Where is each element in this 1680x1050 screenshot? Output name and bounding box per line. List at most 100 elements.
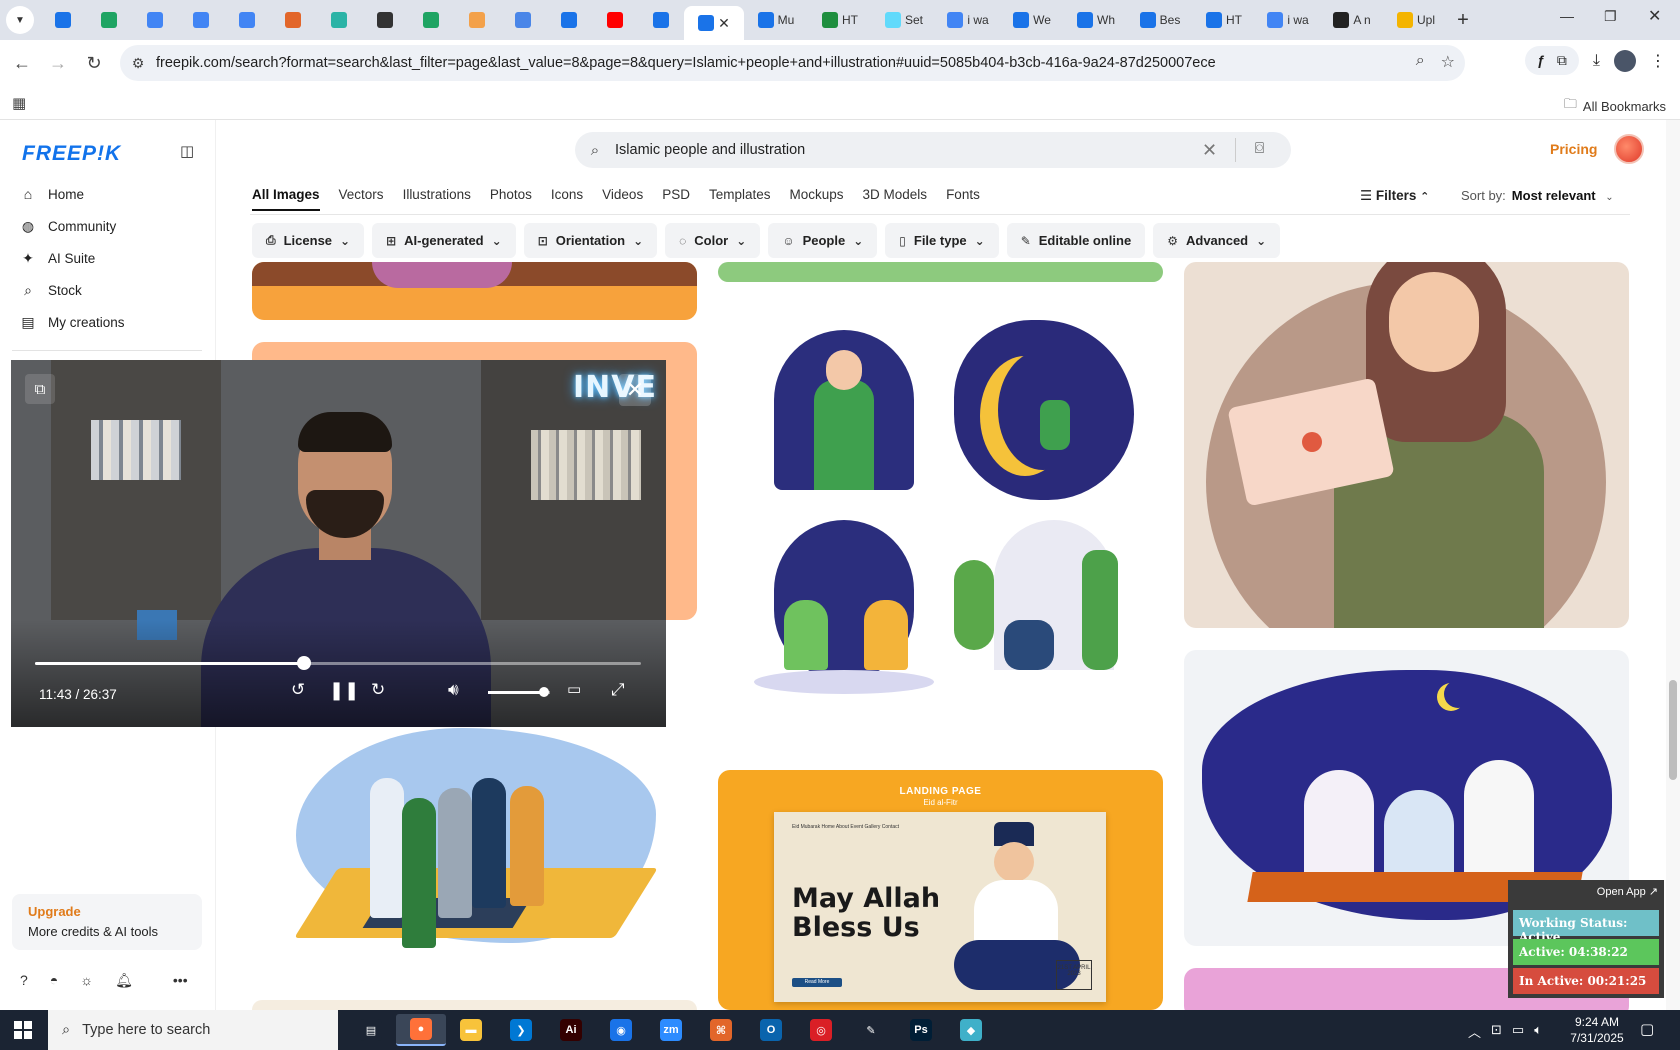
zoom-icon[interactable]: ⌕ [1416,52,1425,72]
sidebar-item-ai-suite[interactable]: ✦ AI Suite [20,242,200,274]
browser-tab[interactable]: i wa [1256,5,1320,35]
browser-tab[interactable]: i wa [936,5,1000,35]
filter-editable-online[interactable]: ✎ Editable online [1006,223,1146,258]
browser-tab[interactable]: Bes [1128,5,1192,35]
taskbar-app[interactable]: Ai [546,1014,596,1046]
result-image-card[interactable]: LANDING PAGE Eid al-Fitr Eid Mubarak Hom… [718,770,1163,1010]
browser-tab[interactable]: Upl [1384,5,1448,35]
browser-tab[interactable] [86,5,132,35]
tab-psd[interactable]: PSD [662,187,690,211]
browser-tab[interactable] [408,5,454,35]
taskbar-app[interactable]: ▬ [446,1014,496,1046]
apps-grid-icon[interactable]: ▦ [12,94,26,112]
result-image-card[interactable] [718,300,1163,740]
captions-icon[interactable]: ▭ [567,680,581,698]
new-tab-button[interactable]: + [1448,9,1478,32]
taskbar-app[interactable]: O [746,1014,796,1046]
browser-tab[interactable] [178,5,224,35]
tab-all-images[interactable]: All Images [252,187,320,211]
taskbar-app[interactable]: ◉ [596,1014,646,1046]
freepik-logo[interactable]: FREEP!K [22,142,121,166]
tab-3d-models[interactable]: 3D Models [863,187,928,211]
user-avatar[interactable] [1614,134,1644,164]
taskbar-clock[interactable]: 9:24 AM 7/31/2025 [1568,1014,1626,1046]
browser-tab[interactable] [40,5,86,35]
page-scrollbar[interactable] [1666,120,1680,1010]
restore-icon[interactable]: ❐ [1604,8,1617,25]
tab-search-button[interactable]: ▼ [6,6,34,34]
filter-ai-generated[interactable]: ⊞ AI-generated ⌄ [372,223,516,258]
browser-tab[interactable] [316,5,362,35]
star-icon[interactable]: ☆ [1441,52,1455,72]
bell-icon[interactable]: 🔔︎ [115,972,133,989]
reload-icon[interactable]: ↻ [76,53,112,74]
pause-icon[interactable]: ❚❚ [329,680,359,701]
close-window-icon[interactable]: ✕ [1648,6,1661,26]
filter-file-type[interactable]: ▯ File type ⌄ [885,223,999,258]
close-video-icon[interactable]: ✕ [619,374,651,406]
sidebar-collapse-icon[interactable]: ◫ [180,142,194,160]
notification-icon[interactable]: ▢ [1640,1020,1654,1038]
windows-start-icon[interactable] [14,1021,32,1039]
help-icon[interactable]: ? [20,972,28,989]
sidebar-item-community[interactable]: ◍ Community [20,210,200,242]
browser-tab[interactable]: A n [1320,5,1384,35]
address-bar[interactable]: ⚙ freepik.com/search?format=search&last_… [120,45,1465,81]
taskbar-search[interactable]: ⌕ Type here to search [48,1010,338,1050]
download-icon[interactable]: ⤓ [1593,52,1600,70]
browser-tab[interactable] [224,5,270,35]
rewind-icon[interactable]: ↺ [291,680,305,700]
taskbar-app[interactable]: zm [646,1014,696,1046]
browser-tab[interactable]: Wh [1064,5,1128,35]
speaker-icon[interactable]: 🔈︎ [1534,1022,1542,1041]
video-seek-bar[interactable] [35,656,641,670]
close-tab-icon[interactable]: ✕ [718,15,730,32]
sort-dropdown[interactable]: Sort by: Most relevant ⌄ [1461,188,1614,203]
camera-icon[interactable]: ⌼ [1255,140,1264,157]
browser-tab[interactable] [638,5,684,35]
tab-mockups[interactable]: Mockups [790,187,844,211]
filter-color[interactable]: ◌ Color ⌄ [665,223,761,258]
filter-advanced[interactable]: ⚙ Advanced ⌄ [1153,223,1281,258]
display-icon[interactable]: ▭ [1512,1022,1524,1041]
back-icon[interactable]: ← [4,53,40,74]
puzzle-icon[interactable]: ⧉ [1557,52,1567,69]
taskbar-app[interactable]: Ps [896,1014,946,1046]
kebab-menu-icon[interactable]: ⋮ [1650,51,1666,71]
site-info-icon[interactable]: ⚙ [120,55,156,72]
tab-illustrations[interactable]: Illustrations [403,187,471,211]
filter-people[interactable]: ☺ People ⌄ [768,223,878,258]
result-image-card[interactable] [718,262,1163,282]
upgrade-card[interactable]: Upgrade More credits & AI tools [12,894,202,950]
result-image-card[interactable] [252,728,697,948]
fullscreen-icon[interactable]: ⤢ [611,680,625,700]
tab-templates[interactable]: Templates [709,187,771,211]
video-player[interactable]: INVE ⧉ ✕ 11:43 / 26:37 ↺ ❚❚ ↻ 🔊︎ ▭ ⤢ [11,360,666,727]
forward-icon[interactable]: → [40,53,76,74]
picture-in-picture-icon[interactable]: ⧉ [25,374,55,404]
tab-vectors[interactable]: Vectors [339,187,384,211]
taskbar-app[interactable]: ● [396,1014,446,1046]
browser-tab[interactable] [592,5,638,35]
tab-photos[interactable]: Photos [490,187,532,211]
open-app-link[interactable]: Open App ↗ [1597,885,1658,898]
tray-chevron-icon[interactable]: ︿ [1468,1022,1481,1041]
browser-tab[interactable] [132,5,178,35]
search-input[interactable] [615,142,1195,158]
clear-search-icon[interactable]: ✕ [1202,140,1217,161]
minimize-icon[interactable]: — [1560,8,1574,24]
browser-tab[interactable]: ✕ [684,6,744,40]
extension-icon[interactable]: ƒ [1537,52,1545,69]
volume-handle[interactable] [538,687,549,697]
browser-tab[interactable]: Mu [744,5,808,35]
sidebar-item-home[interactable]: ⌂ Home [20,178,200,210]
all-bookmarks-button[interactable]: 🗀 All Bookmarks [1564,95,1666,117]
browser-tab[interactable]: Set [872,5,936,35]
browser-tab[interactable]: HT [808,5,872,35]
taskbar-app[interactable]: ◎ [796,1014,846,1046]
browser-tab[interactable]: HT [1192,5,1256,35]
browser-tab[interactable] [454,5,500,35]
forward-icon[interactable]: ↻ [371,680,385,700]
pricing-link[interactable]: Pricing [1550,141,1597,157]
result-image-card[interactable] [252,262,697,320]
